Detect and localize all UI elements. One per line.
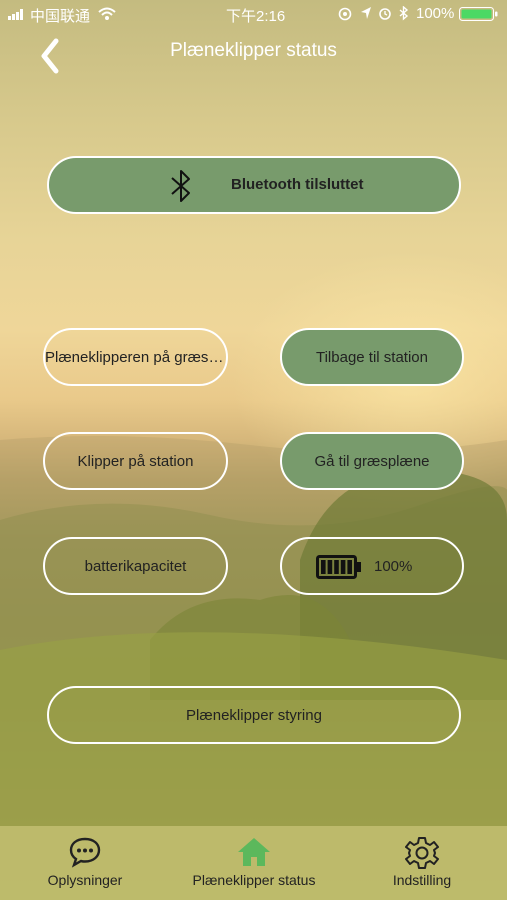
status-time: 下午2:16 bbox=[226, 8, 286, 25]
go-to-lawn-button[interactable]: Gå til græsplæne bbox=[280, 432, 464, 490]
tab-mower-status[interactable]: Plæneklipper status bbox=[180, 826, 328, 900]
alarm-icon bbox=[379, 8, 391, 20]
bluetooth-status-icon bbox=[399, 6, 409, 21]
battery-percent: 100% bbox=[416, 5, 455, 22]
mower-control-button[interactable]: Plæneklipper styring bbox=[47, 686, 461, 744]
tab-mower-status-label: Plæneklipper status bbox=[192, 872, 316, 888]
chat-bubble-icon bbox=[69, 837, 101, 868]
battery-bar bbox=[334, 560, 339, 574]
tab-info[interactable]: Oplysninger bbox=[20, 826, 150, 900]
mower-on-station-label: Klipper på station bbox=[77, 452, 194, 470]
carrier-name: 中国联通 bbox=[30, 8, 91, 25]
bluetooth-icon bbox=[171, 170, 190, 202]
return-to-station-label: Tilbage til station bbox=[315, 348, 428, 366]
mower-on-lawn-label: Plæneklipperen på græsplæne bbox=[45, 348, 226, 366]
battery-capacity-label-box: batterikapacitet bbox=[43, 537, 228, 595]
wifi-icon bbox=[98, 7, 116, 20]
page-title: Plæneklipper status bbox=[170, 40, 337, 61]
settings-gear-icon bbox=[405, 837, 439, 869]
battery-capacity-value-box: 100% bbox=[280, 537, 464, 595]
tab-bar: Oplysninger Plæneklipper status Indstill… bbox=[0, 826, 507, 900]
status-bar: 中国联通 下午2:16 100% bbox=[0, 0, 507, 28]
battery-capacity-label: batterikapacitet bbox=[84, 557, 187, 575]
battery-bar bbox=[327, 560, 333, 574]
tab-info-label: Oplysninger bbox=[47, 872, 123, 888]
tab-settings-label: Indstilling bbox=[392, 872, 452, 888]
bluetooth-label: Bluetooth tilsluttet bbox=[231, 176, 364, 193]
battery-bar bbox=[321, 560, 326, 574]
battery-bar bbox=[340, 560, 346, 574]
location-icon bbox=[361, 7, 371, 19]
bluetooth-status-button[interactable]: Bluetooth tilsluttet bbox=[47, 156, 461, 214]
mower-on-lawn-status: Plæneklipperen på græsplæne bbox=[43, 328, 228, 386]
signal-icon bbox=[8, 9, 23, 20]
lock-rotation-icon bbox=[338, 7, 352, 21]
battery-bar bbox=[347, 560, 352, 574]
go-to-lawn-label: Gå til græsplæne bbox=[314, 452, 430, 470]
return-to-station-button[interactable]: Tilbage til station bbox=[280, 328, 464, 386]
home-icon bbox=[238, 838, 270, 866]
battery-icon bbox=[459, 7, 498, 21]
mower-on-station-status: Klipper på station bbox=[43, 432, 228, 490]
mower-control-label: Plæneklipper styring bbox=[186, 706, 322, 724]
battery-level-icon bbox=[316, 555, 361, 579]
tab-settings[interactable]: Indstilling bbox=[372, 826, 472, 900]
battery-level-value: 100% bbox=[374, 558, 413, 575]
